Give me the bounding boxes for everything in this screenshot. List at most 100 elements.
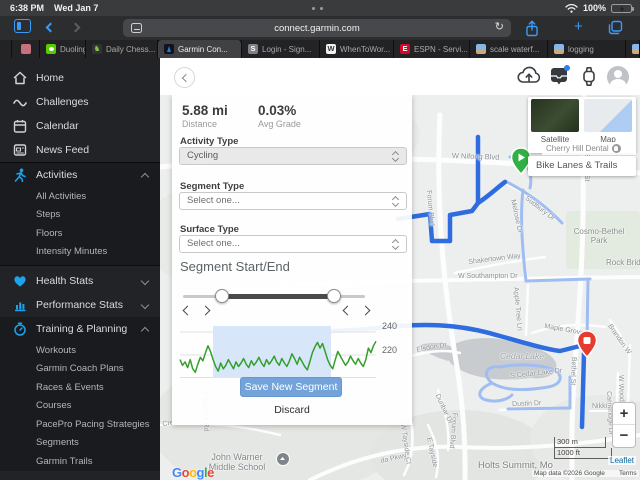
device-watch-icon[interactable] <box>580 66 598 87</box>
chevron-up-icon <box>140 326 150 336</box>
segment-end-marker[interactable] <box>576 330 598 358</box>
status-bar: 6:38 PM Wed Jan 7 100% <box>0 0 640 16</box>
sidebar-item-health-stats[interactable]: Health Stats <box>0 269 160 293</box>
tab-garmin-active[interactable]: Garmin Con... <box>158 40 242 58</box>
sidebar-label: Garmin Trails <box>36 455 93 467</box>
avg-grade-label: Avg Grade <box>258 119 301 129</box>
tab-scale[interactable]: scale waterf... <box>470 40 548 58</box>
select-carets-icon <box>391 195 400 208</box>
back-icon[interactable] <box>45 22 56 33</box>
activity-type-select[interactable]: Cycling <box>179 147 407 165</box>
slider-start-handle[interactable] <box>215 289 229 303</box>
stopwatch-icon <box>14 322 26 336</box>
google-logo: Google <box>172 465 214 480</box>
wifi-icon <box>565 3 578 13</box>
nudge-right-icon[interactable] <box>200 305 211 316</box>
chess-favicon <box>92 44 102 54</box>
profile-avatar[interactable] <box>607 66 629 88</box>
sidebar-item-all-activities[interactable]: All Activities <box>0 187 160 206</box>
slider-selected-range <box>222 294 334 299</box>
surface-type-label: Surface Type <box>180 224 239 235</box>
sidebar-item-challenges[interactable]: Challenges <box>0 90 160 114</box>
sidebar-label: Garmin Coach Plans <box>36 363 124 375</box>
surface-type-value: Select one... <box>187 238 240 249</box>
tab-label: Duoling <box>60 44 86 54</box>
notification-badge <box>564 65 570 71</box>
surface-type-select[interactable]: Select one... <box>179 235 407 253</box>
segment-range-slider[interactable] <box>183 289 365 303</box>
garmin-favicon <box>164 44 174 54</box>
sidebar-item-intensity-minutes[interactable]: Intensity Minutes <box>0 243 160 262</box>
sidebar-item-workouts[interactable]: Workouts <box>0 341 160 360</box>
chevron-up-icon <box>140 172 150 182</box>
tab-label: ESPN - Servi... <box>414 44 468 54</box>
tab-logging[interactable]: logging <box>548 40 626 58</box>
map-thumbnail[interactable] <box>584 99 632 132</box>
sidebar-label: Steps <box>36 209 61 221</box>
refresh-icon[interactable]: ↻ <box>495 20 504 33</box>
sidebar-item-home[interactable]: Home <box>0 66 160 90</box>
nudge-left-icon[interactable] <box>182 305 193 316</box>
road-label: W Southampton Dr <box>458 273 518 280</box>
tab-login[interactable]: Login - Sign... <box>242 40 320 58</box>
tab-overview-icon[interactable] <box>608 20 623 35</box>
sidebar-label: Performance Stats <box>36 299 123 311</box>
sidebar-item-courses[interactable]: Courses <box>0 397 160 416</box>
road-label: W Nifong Blvd <box>451 151 500 162</box>
tab-pinned[interactable] <box>12 40 40 58</box>
sidebar-item-activities[interactable]: Activities <box>0 163 160 187</box>
chevron-down-icon <box>140 276 150 286</box>
share-icon[interactable] <box>525 20 539 37</box>
photo-favicon <box>632 44 639 54</box>
tooth-icon <box>611 144 621 153</box>
segment-type-select[interactable]: Select one... <box>179 192 407 210</box>
sidebar-item-garmin-trails[interactable]: Garmin Trails <box>0 452 160 471</box>
tab-chess[interactable]: Daily Chess... <box>86 40 158 58</box>
stat-avg-grade: 0.03% Avg Grade <box>258 103 301 129</box>
new-tab-icon[interactable]: + <box>574 18 583 35</box>
sidebar-item-garmin-coach-plans[interactable]: Garmin Coach Plans <box>0 360 160 379</box>
sidebar-label: Races & Events <box>36 381 104 393</box>
sidebar-item-pacepro[interactable]: PacePro Pacing Strategies <box>0 415 160 434</box>
satellite-thumbnail[interactable] <box>531 99 579 132</box>
zoom-in-button[interactable]: + <box>613 403 635 425</box>
terms-link[interactable]: Terms <box>619 470 637 477</box>
segment-type-value: Select one... <box>187 195 240 206</box>
chevron-down-icon <box>140 300 150 310</box>
sidebar-item-steps[interactable]: Steps <box>0 206 160 225</box>
bike-lanes-overlay-toggle[interactable]: Bike Lanes & Trails <box>528 156 636 176</box>
tab-label: Login - Sign... <box>262 44 312 54</box>
upload-cloud-icon[interactable] <box>516 66 542 86</box>
segment-form-panel: 5.88 mi Distance 0.03% Avg Grade Activit… <box>172 95 412 425</box>
activity-type-label: Activity Type <box>180 136 239 147</box>
sidebar-item-performance-stats[interactable]: Performance Stats <box>0 293 160 317</box>
tab-partial[interactable] <box>626 40 640 58</box>
tab-duolingo[interactable]: Duoling <box>40 40 86 58</box>
forward-icon[interactable] <box>70 22 81 33</box>
select-carets-icon <box>391 150 400 163</box>
zoom-out-button[interactable]: − <box>613 425 635 447</box>
segment-startend-title: Segment Start/End <box>180 259 290 274</box>
tab-whentowork[interactable]: WhenToWor... <box>320 40 394 58</box>
nudge-right-icon[interactable] <box>360 305 371 316</box>
browser-sidebar-icon[interactable] <box>14 19 31 33</box>
discard-button[interactable]: Discard <box>172 404 412 416</box>
back-button[interactable] <box>174 67 195 88</box>
tab-espn[interactable]: ESPN - Servi... <box>394 40 470 58</box>
leaflet-link[interactable]: Leaflet <box>608 456 637 465</box>
challenges-icon <box>13 99 27 107</box>
sidebar-item-floors[interactable]: Floors <box>0 224 160 243</box>
sidebar-item-news-feed[interactable]: News Feed <box>0 138 160 162</box>
sidebar-item-training-planning[interactable]: Training & Planning <box>0 317 160 341</box>
tab-stub[interactable] <box>0 40 12 58</box>
login-favicon <box>248 44 258 54</box>
slider-end-handle[interactable] <box>327 289 341 303</box>
sidebar-item-calendar[interactable]: Calendar <box>0 114 160 138</box>
sidebar-item-races-events[interactable]: Races & Events <box>0 378 160 397</box>
whentowork-favicon <box>326 44 336 54</box>
address-bar[interactable]: connect.garmin.com ↻ <box>123 19 511 37</box>
sidebar-item-segments[interactable]: Segments <box>0 434 160 453</box>
reader-icon[interactable] <box>131 23 142 33</box>
nudge-left-icon[interactable] <box>342 305 353 316</box>
save-new-segment-button[interactable]: Save New Segment <box>240 377 342 397</box>
